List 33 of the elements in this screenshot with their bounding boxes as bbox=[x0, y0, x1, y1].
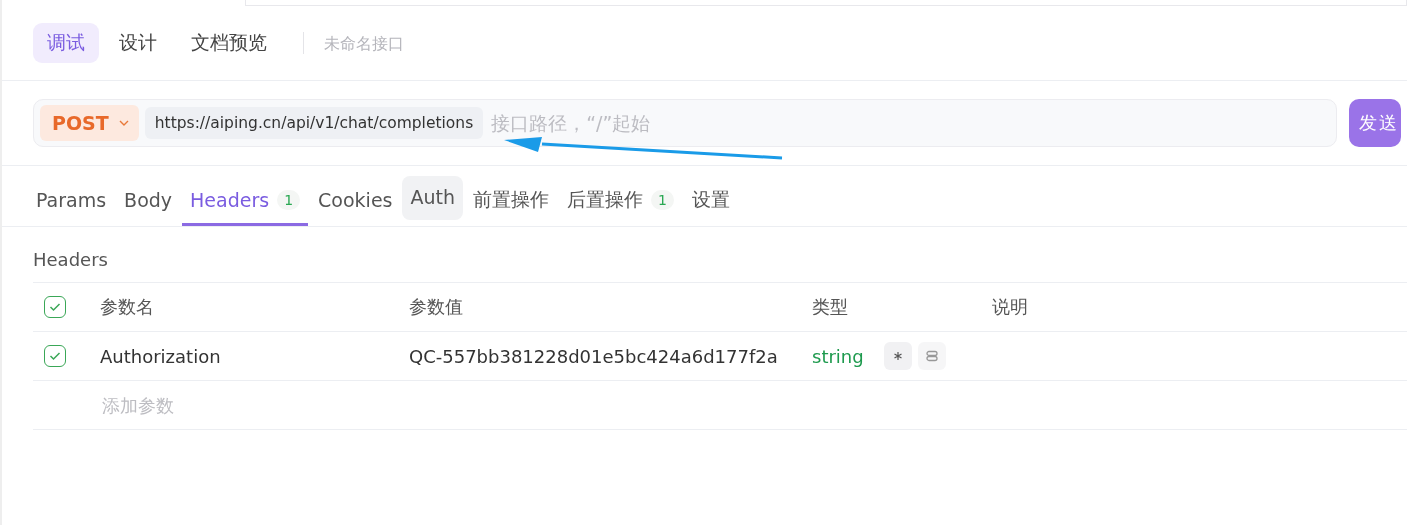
mode-tab[interactable]: 设计 bbox=[105, 23, 171, 63]
required-toggle[interactable] bbox=[883, 342, 912, 370]
check-icon bbox=[49, 302, 61, 312]
request-tab[interactable]: Headers 1 bbox=[182, 176, 309, 226]
url-field[interactable]: POST https://aiping.cn/api/v1/chat/completions 接口路径，“/”起始 bbox=[33, 99, 1337, 147]
link-icon bbox=[924, 350, 939, 362]
column-header: 说明 bbox=[992, 296, 1028, 317]
caret-icon bbox=[118, 120, 129, 126]
table-cell: QC-557bb381228d01e5bc424a6d177f2a bbox=[409, 345, 778, 367]
request-tab[interactable]: 设置 bbox=[683, 176, 738, 226]
table-cell: Authorization bbox=[100, 345, 221, 367]
asterisk-icon bbox=[892, 351, 903, 361]
type-label: string bbox=[812, 345, 864, 367]
column-header: 参数名 bbox=[100, 296, 154, 317]
api-name-field[interactable]: 未命名接口 bbox=[322, 32, 626, 54]
column-header: 参数值 bbox=[409, 296, 463, 317]
request-tab[interactable]: Body bbox=[116, 176, 181, 226]
mode-tab[interactable]: 文档预览 bbox=[177, 23, 281, 63]
base-url: https://aiping.cn/api/v1/chat/completions bbox=[144, 107, 484, 139]
request-tab[interactable]: 后置操作 1 bbox=[559, 176, 682, 226]
mode-tab[interactable]: 调试 bbox=[33, 23, 99, 63]
add-parameter-field[interactable]: 添加参数 bbox=[100, 393, 304, 417]
section-title: Headers bbox=[33, 248, 109, 272]
request-tab[interactable]: Cookies bbox=[310, 176, 401, 226]
row-checkbox[interactable] bbox=[44, 345, 66, 367]
request-tab[interactable]: Params bbox=[28, 176, 115, 226]
link-button[interactable] bbox=[917, 342, 946, 370]
send-button[interactable]: 发送 bbox=[1349, 99, 1401, 147]
check-icon bbox=[49, 351, 61, 361]
select-all-checkbox[interactable] bbox=[44, 296, 66, 318]
column-header: 类型 bbox=[812, 296, 848, 317]
request-tab[interactable]: Auth bbox=[402, 176, 463, 220]
request-tab[interactable]: 前置操作 bbox=[465, 176, 557, 226]
